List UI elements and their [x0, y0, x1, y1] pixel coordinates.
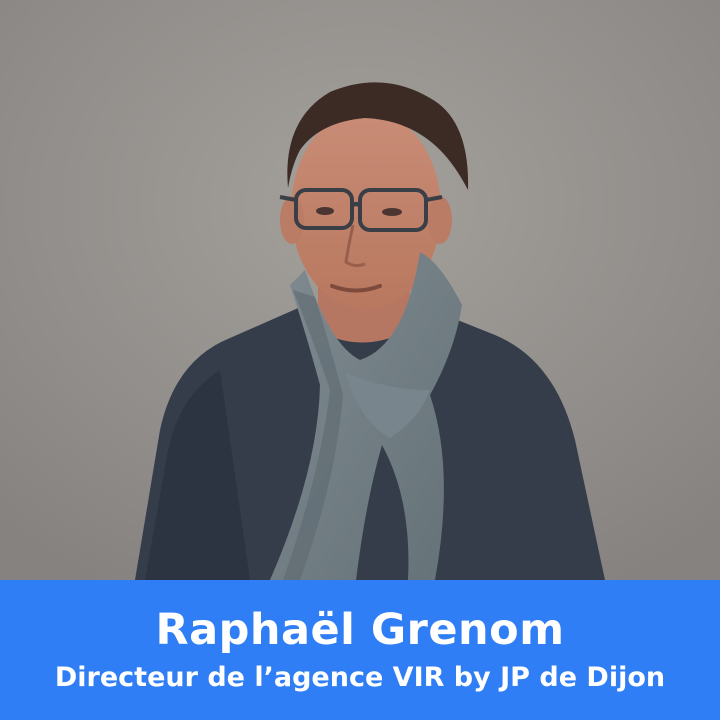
right-ear [428, 196, 452, 244]
right-eye [382, 208, 402, 216]
speaker-title: Directeur de l’agence VIR by JP de Dijon [54, 662, 666, 694]
name-caption-bar: Raphaël Grenom Directeur de l’agence VIR… [0, 580, 720, 720]
left-eye [316, 207, 334, 215]
interview-photo [0, 0, 720, 580]
speaker-name: Raphaël Grenom [155, 604, 565, 655]
left-ear [280, 196, 304, 244]
video-frame: Raphaël Grenom Directeur de l’agence VIR… [0, 0, 720, 720]
